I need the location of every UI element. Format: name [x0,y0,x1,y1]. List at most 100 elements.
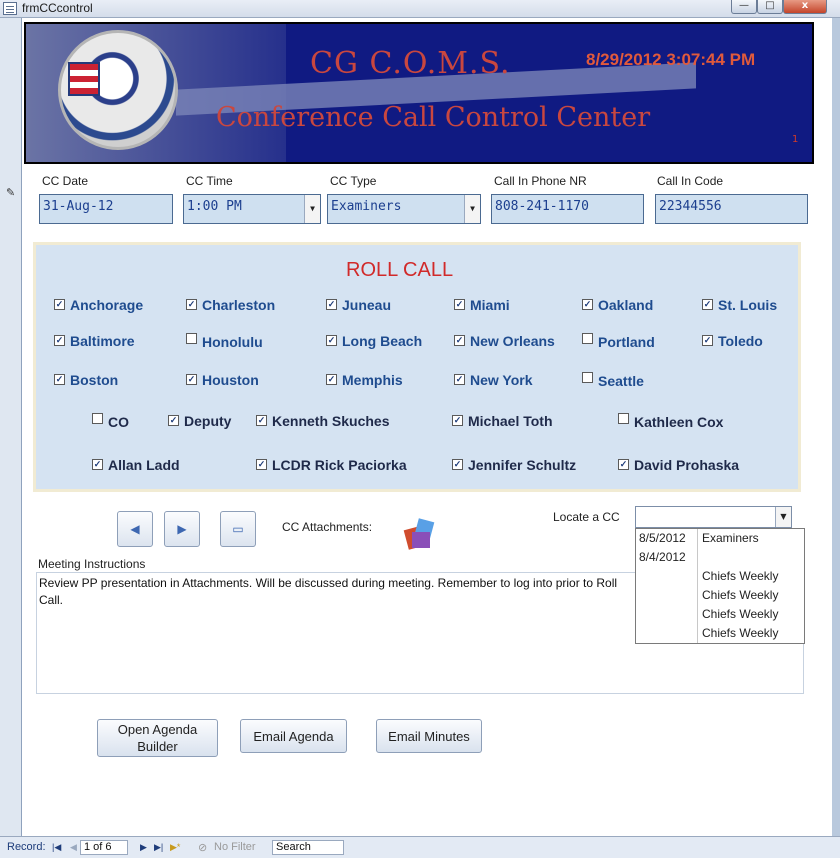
check-icon[interactable]: ✓ [326,335,337,346]
check-icon[interactable]: ✓ [452,459,463,470]
header-banner: CG C.O.M.S. 8/29/2012 3:07:44 PM Confere… [24,22,814,164]
checkbox-st-louis[interactable]: ✓ St. Louis [702,297,777,313]
empty-checkbox-icon[interactable] [582,372,593,383]
filter-icon[interactable]: ⊘ [198,841,207,854]
dropdown-option[interactable]: Chiefs Weekly [636,586,804,605]
empty-checkbox-icon[interactable] [582,333,593,344]
empty-checkbox-icon[interactable] [186,333,197,344]
no-filter-label[interactable]: No Filter [214,841,256,853]
window-title: frmCCcontrol [22,1,93,15]
maximize-button[interactable]: □ [757,0,783,14]
phone-field[interactable]: 808-241-1170 [491,194,644,224]
cc-date-field[interactable]: 31-Aug-12 [39,194,173,224]
check-icon[interactable]: ✓ [702,335,713,346]
checkbox-charleston[interactable]: ✓ Charleston [186,297,275,313]
dropdown-option[interactable]: Chiefs Weekly [636,605,804,624]
empty-checkbox-icon[interactable] [92,413,103,424]
checkbox-baltimore[interactable]: ✓ Baltimore [54,333,135,349]
cc-time-value: 1:00 PM [187,199,242,214]
checkbox-david-prohaska[interactable]: ✓ David Prohaska [618,457,739,473]
chevron-down-icon[interactable]: ▼ [775,507,791,527]
check-icon[interactable]: ✓ [54,299,65,310]
checkbox-juneau[interactable]: ✓ Juneau [326,297,391,313]
chevron-down-icon[interactable]: ▼ [464,195,480,223]
checkbox-oakland[interactable]: ✓ Oakland [582,297,653,313]
empty-checkbox-icon[interactable] [618,413,629,424]
arrow-right-icon: ▶ [177,522,187,536]
prev-record-icon[interactable]: ◀ [70,842,77,853]
dropdown-option[interactable]: 8/4/2012 [636,548,804,567]
next-record-button[interactable]: ▶ [164,511,200,547]
arrow-left-icon: ◀ [130,522,140,536]
last-record-icon[interactable]: ▶| [154,842,163,853]
checkbox-new-york[interactable]: ✓ New York [454,372,533,388]
previous-record-button[interactable]: ◀ [117,511,153,547]
checkbox-deputy[interactable]: ✓ Deputy [168,413,231,429]
new-record-icon[interactable]: ▶* [170,842,180,853]
record-navigation-bar: Record: |◀ ◀ 1 of 6 ▶ ▶| ▶* ⊘ No Filter … [0,836,840,858]
cc-time-combo[interactable]: 1:00 PM ▼ [183,194,321,224]
checkbox-allan-ladd[interactable]: ✓ Allan Ladd [92,457,180,473]
dropdown-option[interactable]: Chiefs Weekly [636,624,804,643]
minimize-button[interactable]: — [731,0,757,14]
window-titlebar: frmCCcontrol — □ x [0,0,840,18]
meeting-instructions-text: Review PP presentation in Attachments. W… [39,576,618,607]
check-icon[interactable]: ✓ [168,415,179,426]
check-icon[interactable]: ✓ [92,459,103,470]
pencil-icon: ✎ [6,186,16,199]
check-icon[interactable]: ✓ [326,299,337,310]
chevron-down-icon[interactable]: ▼ [304,195,320,223]
checkbox-michael-toth[interactable]: ✓ Michael Toth [452,413,553,429]
email-agenda-button[interactable]: Email Agenda [240,719,347,753]
check-icon[interactable]: ✓ [702,299,713,310]
first-record-icon[interactable]: |◀ [52,842,61,853]
seal-shield-icon [68,62,100,96]
record-position-field[interactable]: 1 of 6 [80,840,128,855]
check-icon[interactable]: ✓ [618,459,629,470]
check-icon[interactable]: ✓ [454,335,465,346]
checkbox-kathleen-cox[interactable]: Kathleen Cox [618,413,723,430]
checkbox-long-beach[interactable]: ✓ Long Beach [326,333,422,349]
checkbox-lcdr-rick-paciorka[interactable]: ✓ LCDR Rick Paciorka [256,457,407,473]
checkbox-toledo[interactable]: ✓ Toledo [702,333,763,349]
check-icon[interactable]: ✓ [582,299,593,310]
call-code-field[interactable]: 22344556 [655,194,808,224]
checkbox-honolulu[interactable]: Honolulu [186,333,263,350]
checkbox-boston[interactable]: ✓ Boston [54,372,118,388]
checkbox-portland[interactable]: Portland [582,333,655,350]
locate-cc-combo[interactable]: ▼ [635,506,792,528]
check-icon[interactable]: ✓ [256,415,267,426]
checkbox-memphis[interactable]: ✓ Memphis [326,372,403,388]
open-agenda-builder-button[interactable]: Open Agenda Builder [97,719,218,757]
check-icon[interactable]: ✓ [454,299,465,310]
cc-type-combo[interactable]: Examiners ▼ [327,194,481,224]
search-input[interactable]: Search [272,840,344,855]
dropdown-option[interactable]: 8/5/2012 Examiners [636,529,804,548]
attachments-icon[interactable] [402,516,438,552]
record-selector[interactable]: ✎ [0,18,22,836]
close-button[interactable]: x [783,0,827,14]
check-icon[interactable]: ✓ [186,299,197,310]
check-icon[interactable]: ✓ [454,374,465,385]
checkbox-miami[interactable]: ✓ Miami [454,297,510,313]
check-icon[interactable]: ✓ [256,459,267,470]
check-icon[interactable]: ✓ [326,374,337,385]
email-minutes-button[interactable]: Email Minutes [376,719,482,753]
checkbox-seattle[interactable]: Seattle [582,372,644,389]
checkbox-houston[interactable]: ✓ Houston [186,372,259,388]
checkbox-anchorage[interactable]: ✓ Anchorage [54,297,143,313]
check-icon[interactable]: ✓ [54,374,65,385]
new-record-button[interactable]: ▭ [220,511,256,547]
check-icon[interactable]: ✓ [54,335,65,346]
next-record-icon[interactable]: ▶ [140,842,147,853]
checkbox-jennifer-schultz[interactable]: ✓ Jennifer Schultz [452,457,576,473]
check-icon[interactable]: ✓ [186,374,197,385]
checkbox-new-orleans[interactable]: ✓ New Orleans [454,333,555,349]
dropdown-option[interactable]: Chiefs Weekly [636,567,804,586]
cc-date-label: CC Date [42,174,89,188]
checkbox-kenneth-skuches[interactable]: ✓ Kenneth Skuches [256,413,389,429]
app-subtitle: Conference Call Control Center [216,102,651,133]
checkbox-co[interactable]: CO [92,413,129,430]
check-icon[interactable]: ✓ [452,415,463,426]
scrollbar[interactable] [832,18,840,836]
